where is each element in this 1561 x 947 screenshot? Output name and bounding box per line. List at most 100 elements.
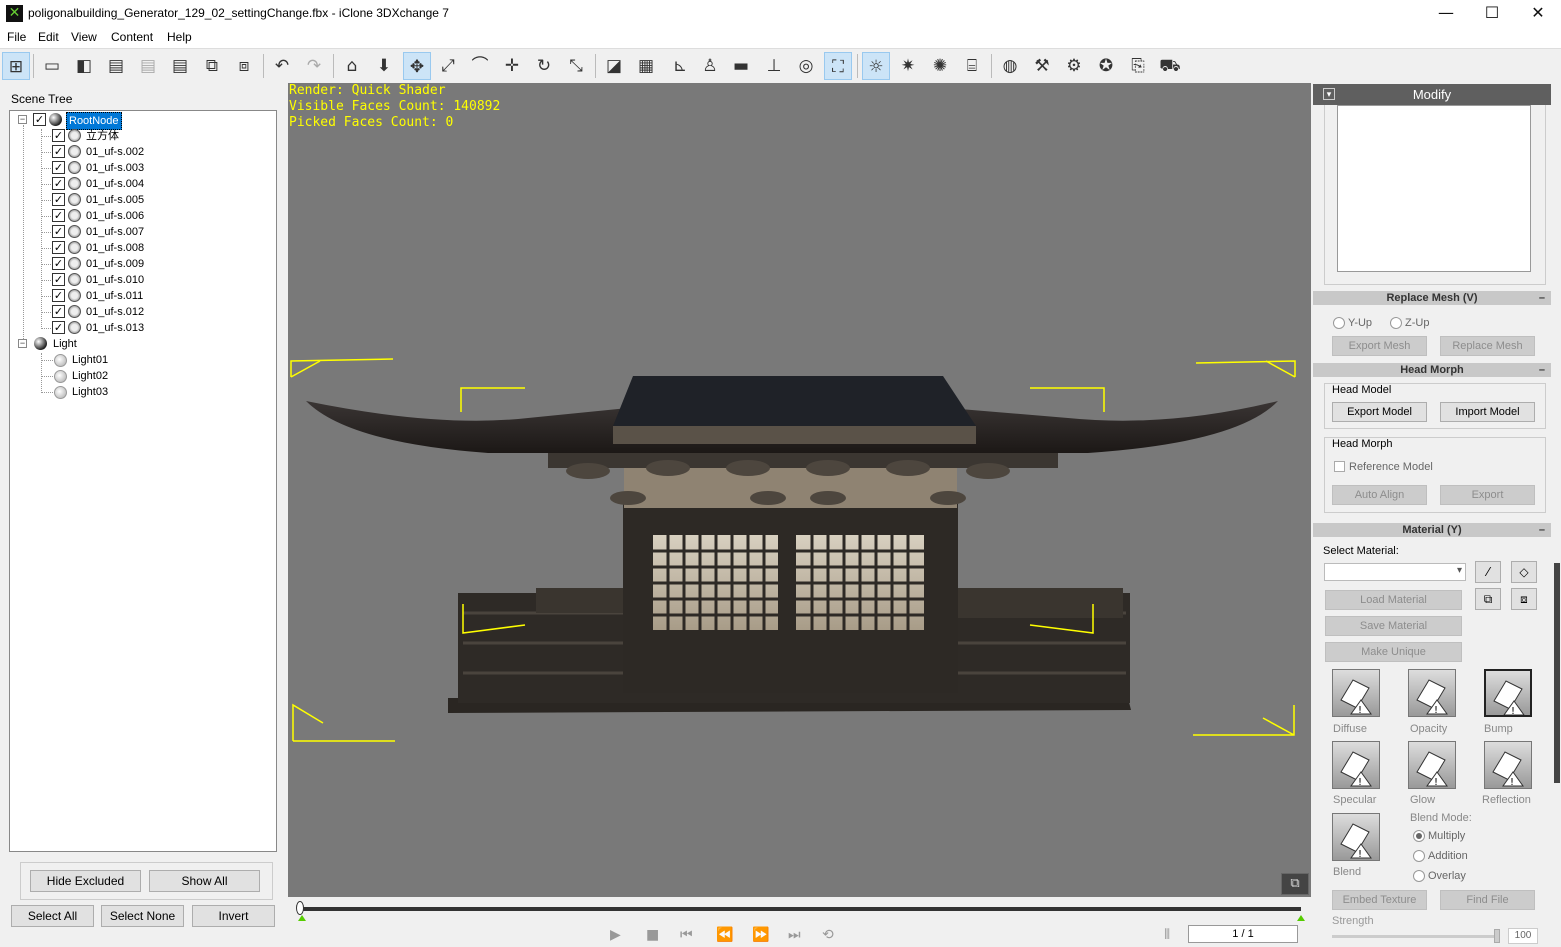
opacity-texture-icon[interactable]: !: [1408, 669, 1456, 717]
addition-radio[interactable]: [1413, 850, 1425, 862]
first-frame-icon[interactable]: ⏮: [680, 927, 693, 943]
multiply-radio[interactable]: [1413, 830, 1425, 842]
wrench-icon[interactable]: ⚒: [1028, 52, 1056, 80]
scrollbar-thumb[interactable]: [1554, 563, 1560, 783]
undo-icon[interactable]: ↶: [268, 52, 296, 80]
visibility-checkbox[interactable]: ✓: [52, 209, 65, 222]
3d-viewport[interactable]: Render: Quick Shader Visible Faces Count…: [288, 83, 1311, 897]
next-frame-icon[interactable]: ⏩: [752, 927, 769, 943]
visibility-checkbox[interactable]: ✓: [52, 257, 65, 270]
tree-node-light02[interactable]: Light02: [10, 368, 270, 384]
export-ex-icon[interactable]: ⎘: [1124, 52, 1152, 80]
menu-help[interactable]: Help: [167, 30, 192, 44]
menu-content[interactable]: Content: [111, 30, 153, 44]
embed-texture-button[interactable]: Embed Texture: [1332, 890, 1427, 910]
sphere-icon[interactable]: ◍: [996, 52, 1024, 80]
loop-icon[interactable]: ⟲: [822, 927, 834, 943]
menu-file[interactable]: File: [7, 30, 26, 44]
replace-mesh-button[interactable]: Replace Mesh: [1440, 336, 1535, 356]
frame-icon[interactable]: ⛶: [824, 52, 852, 80]
tree-node-label[interactable]: 01_uf-s.010: [86, 272, 144, 288]
material-select[interactable]: ▾: [1324, 563, 1466, 581]
strength-slider[interactable]: [1332, 935, 1500, 938]
import-fbx-icon[interactable]: ▤: [102, 52, 130, 80]
collapse-icon[interactable]: ▾: [1323, 88, 1335, 100]
show-all-button[interactable]: Show All: [149, 870, 260, 892]
visibility-checkbox[interactable]: ✓: [52, 225, 65, 238]
menu-view[interactable]: View: [71, 30, 97, 44]
menu-edit[interactable]: Edit: [38, 30, 59, 44]
visibility-checkbox[interactable]: ✓: [52, 145, 65, 158]
tree-node-label[interactable]: 01_uf-s.011: [86, 288, 143, 304]
box-icon[interactable]: ◪: [600, 52, 628, 80]
tree-node-root[interactable]: − ✓ RootNode: [10, 112, 270, 130]
tree-node-light01[interactable]: Light01: [10, 352, 270, 368]
reference-model-checkbox[interactable]: [1334, 461, 1345, 472]
strength-value[interactable]: 100: [1508, 928, 1538, 944]
auto-align-button[interactable]: Auto Align: [1332, 485, 1427, 505]
reflection-texture-icon[interactable]: !: [1484, 741, 1532, 789]
load-material-button[interactable]: Load Material: [1325, 590, 1462, 610]
open-texture-icon[interactable]: ⧉: [1475, 588, 1501, 610]
export-button[interactable]: Export: [1440, 485, 1535, 505]
visibility-checkbox[interactable]: ✓: [52, 289, 65, 302]
redo-icon[interactable]: ↷: [300, 52, 328, 80]
export-mesh-button[interactable]: Export Mesh: [1332, 336, 1427, 356]
cart-icon[interactable]: ⛟: [1156, 52, 1184, 80]
strength-slider-handle[interactable]: [1494, 929, 1500, 943]
import-bvh-icon[interactable]: ▤: [134, 52, 162, 80]
tree-node-label[interactable]: Light03: [72, 384, 108, 400]
grid-icon[interactable]: ▦: [632, 52, 660, 80]
invert-button[interactable]: Invert: [192, 905, 275, 927]
rotate-icon[interactable]: ↻: [530, 52, 558, 80]
minimize-icon[interactable]: –: [1539, 523, 1545, 537]
light-icon[interactable]: ☼: [862, 52, 890, 80]
floor-icon[interactable]: ⊥: [760, 52, 788, 80]
z-up-radio[interactable]: [1390, 317, 1402, 329]
convert-icon[interactable]: ⧈: [230, 52, 258, 80]
y-up-radio[interactable]: [1333, 317, 1345, 329]
modify-scrollbar[interactable]: [1553, 83, 1561, 947]
bump-texture-icon[interactable]: !: [1484, 669, 1532, 717]
timeline-playhead[interactable]: [296, 901, 304, 915]
tree-node-label[interactable]: 01_uf-s.008: [86, 240, 144, 256]
move-icon[interactable]: ✥: [403, 52, 431, 80]
visibility-checkbox[interactable]: ✓: [52, 273, 65, 286]
tree-node-child[interactable]: ✓ 01_uf-s.012: [10, 304, 270, 320]
visibility-checkbox[interactable]: ✓: [52, 241, 65, 254]
tree-node-child[interactable]: ✓ 01_uf-s.004: [10, 176, 270, 192]
prev-frame-icon[interactable]: ⏪: [716, 927, 733, 943]
make-unique-button[interactable]: Make Unique: [1325, 642, 1462, 662]
diffuse-texture-icon[interactable]: !: [1332, 669, 1380, 717]
visibility-checkbox[interactable]: ✓: [52, 177, 65, 190]
figure-icon[interactable]: ♙: [696, 52, 724, 80]
tree-node-light[interactable]: − Light: [10, 336, 270, 352]
paint-bucket-icon[interactable]: ◇: [1511, 561, 1537, 583]
plane-icon[interactable]: ▬: [727, 52, 755, 80]
minimize-icon[interactable]: –: [1539, 363, 1545, 377]
maximize-button[interactable]: ☐: [1469, 0, 1515, 28]
scene-tree[interactable]: − ✓ RootNode ✓ 立方体 ✓ 01_uf-s.002 ✓ 01_uf-s.00…: [9, 110, 277, 852]
visibility-checkbox[interactable]: ✓: [52, 161, 65, 174]
sun-icon[interactable]: ✷: [894, 52, 922, 80]
select-none-button[interactable]: Select None: [101, 905, 184, 927]
drop-icon[interactable]: ⬇: [370, 52, 398, 80]
visibility-checkbox[interactable]: ✓: [52, 193, 65, 206]
select-all-button[interactable]: Select All: [11, 905, 94, 927]
frame-counter[interactable]: 1 / 1: [1188, 925, 1298, 943]
tree-node-light03[interactable]: Light03: [10, 384, 270, 400]
overlay-radio[interactable]: [1413, 870, 1425, 882]
find-file-button[interactable]: Find File: [1440, 890, 1535, 910]
rotate-axis-icon[interactable]: ⤢: [434, 52, 462, 80]
import-obj-icon[interactable]: ▤: [166, 52, 194, 80]
export-icon[interactable]: ⧉: [198, 52, 226, 80]
tree-node-child[interactable]: ✓ 01_uf-s.003: [10, 160, 270, 176]
timeline-track[interactable]: [298, 907, 1301, 911]
tree-node-label[interactable]: 01_uf-s.013: [86, 320, 144, 336]
minimize-button[interactable]: —: [1423, 0, 1469, 28]
pan-icon[interactable]: ✛: [498, 52, 526, 80]
tree-node-child[interactable]: ✓ 01_uf-s.006: [10, 208, 270, 224]
close-button[interactable]: ✕: [1515, 0, 1561, 28]
hide-excluded-button[interactable]: Hide Excluded: [30, 870, 141, 892]
tree-node-label[interactable]: Light: [53, 336, 77, 352]
